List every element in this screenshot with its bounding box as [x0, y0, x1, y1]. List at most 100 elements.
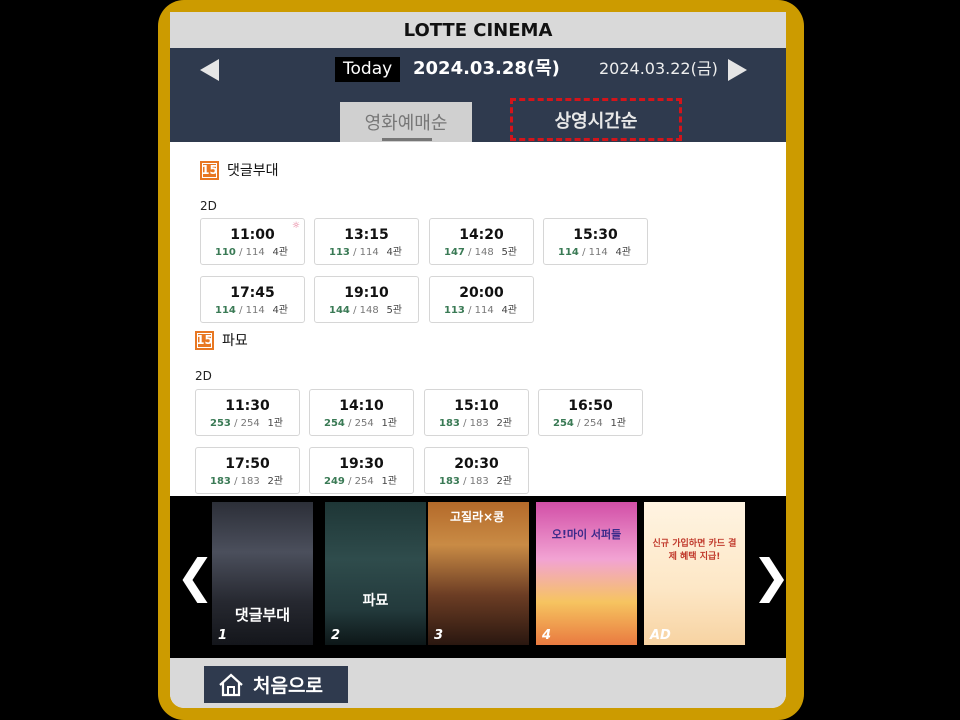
showtime-time: 15:30	[573, 227, 618, 243]
showtime-button[interactable]: 17:45 114 / 114 4관	[200, 276, 305, 323]
seat-count: 254 / 254	[324, 418, 374, 429]
seat-count: 113 / 114	[444, 305, 494, 316]
seat-count: 253 / 254	[210, 418, 260, 429]
seat-count: 144 / 148	[329, 305, 379, 316]
movie-header: 15 파묘	[195, 330, 248, 350]
showtime-button[interactable]: 19:10 144 / 148 5관	[314, 276, 419, 323]
hall-label: 2관	[267, 476, 283, 487]
showtime-time: 15:10	[454, 398, 499, 414]
current-date: 2024.03.28(목)	[413, 58, 560, 79]
today-badge: Today	[335, 57, 401, 82]
hall-label: 1관	[267, 418, 283, 429]
showtime-button[interactable]: 11:30 253 / 254 1관	[195, 389, 300, 436]
hall-label: 2관	[496, 476, 512, 487]
movie-header: 15 댓글부대	[200, 160, 279, 180]
poster-title: 고질라×콩	[450, 510, 505, 524]
showtime-time: 14:20	[459, 227, 504, 243]
poster-3[interactable]: 고질라×콩 3	[428, 502, 529, 645]
hall-label: 4관	[272, 305, 288, 316]
tab-underline	[382, 138, 432, 141]
showtime-button[interactable]: 16:50 254 / 254 1관	[538, 389, 643, 436]
showtime-time: 17:45	[230, 285, 275, 301]
format-label: 2D	[200, 199, 217, 213]
movie-section-1: 15 댓글부대 2D 11:00 ☼ 110 / 114 4관 13:15 11…	[170, 154, 786, 324]
kiosk-screen: LOTTE CINEMA Today 2024.03.28(목) 2024.03…	[170, 12, 786, 708]
showtime-button[interactable]: 15:30 114 / 114 4관	[543, 218, 648, 265]
next-date-arrow-icon[interactable]	[728, 59, 747, 81]
poster-title: 오!마이 서퍼들	[551, 528, 622, 541]
date-bar: Today 2024.03.28(목) 2024.03.22(금)	[170, 48, 786, 92]
showtime-time: 14:10	[339, 398, 384, 414]
movie-title: 댓글부대	[227, 163, 279, 179]
poster-number: 2	[331, 628, 341, 643]
poster-4[interactable]: 오!마이 서퍼들 4	[536, 502, 637, 645]
seat-count: 113 / 114	[329, 247, 379, 258]
home-button[interactable]: 처음으로	[204, 666, 348, 703]
tab-sort-by-sales-label: 영화예매순	[364, 113, 448, 134]
showtime-time: 11:00	[230, 227, 275, 243]
poster-1[interactable]: 댓글부대 1	[212, 502, 313, 645]
carousel-prev-icon[interactable]: ❮	[176, 548, 215, 604]
kiosk-frame: LOTTE CINEMA Today 2024.03.28(목) 2024.03…	[158, 0, 804, 720]
poster-title: 신규 가입하면 카드 결제 혜택 지급!	[652, 539, 737, 562]
seat-count: 114 / 114	[215, 305, 265, 316]
showtime-button[interactable]: 11:00 ☼ 110 / 114 4관	[200, 218, 305, 265]
app-title: LOTTE CINEMA	[170, 12, 786, 48]
footer-bar: 처음으로	[170, 658, 786, 708]
hall-label: 5관	[501, 247, 517, 258]
tab-sort-by-time[interactable]: 상영시간순	[510, 98, 682, 141]
tab-sort-by-sales[interactable]: 영화예매순	[340, 102, 472, 142]
hall-label: 4관	[386, 247, 402, 258]
showtime-button[interactable]: 20:30 183 / 183 2관	[424, 447, 529, 494]
hall-label: 1관	[610, 418, 626, 429]
hall-label: 5관	[386, 305, 402, 316]
showtime-time: 17:50	[225, 456, 270, 472]
poster-number: AD	[650, 628, 671, 643]
hall-label: 4관	[615, 247, 631, 258]
poster-carousel: ❮ 댓글부대 1 파묘 2 고질라×콩 3 오!마이 서퍼들 4 신규 가입하면…	[170, 496, 786, 658]
hall-label: 4관	[272, 247, 288, 258]
showtime-button[interactable]: 17:50 183 / 183 2관	[195, 447, 300, 494]
seat-count: 183 / 183	[210, 476, 260, 487]
showtime-time: 20:00	[459, 285, 504, 301]
showtime-button[interactable]: 13:15 113 / 114 4관	[314, 218, 419, 265]
poster-title: 댓글부대	[234, 606, 291, 624]
seat-count: 254 / 254	[553, 418, 603, 429]
showtime-time: 16:50	[568, 398, 613, 414]
poster-number: 4	[542, 628, 552, 643]
seat-count: 249 / 254	[324, 476, 374, 487]
showtime-button[interactable]: 20:00 113 / 114 4관	[429, 276, 534, 323]
showtime-time: 19:10	[344, 285, 389, 301]
next-date[interactable]: 2024.03.22(금)	[599, 56, 718, 82]
age-rating-15-icon: 15	[195, 330, 214, 350]
format-label: 2D	[195, 369, 212, 383]
showtime-button[interactable]: 15:10 183 / 183 2관	[424, 389, 529, 436]
poster-number: 1	[218, 628, 228, 643]
showtime-time: 11:30	[225, 398, 270, 414]
hall-label: 2관	[496, 418, 512, 429]
movie-title: 파묘	[222, 333, 248, 349]
seat-count: 114 / 114	[558, 247, 608, 258]
carousel-next-icon[interactable]: ❯	[752, 548, 786, 604]
sort-tabs: 영화예매순 상영시간순	[170, 92, 786, 142]
poster-ad[interactable]: 신규 가입하면 카드 결제 혜택 지급! AD	[644, 502, 745, 645]
movie-section-2: 15 파묘 2D 11:30 253 / 254 1관 14:10 254 / …	[170, 324, 786, 496]
showtime-button[interactable]: 14:10 254 / 254 1관	[309, 389, 414, 436]
poster-number: 3	[434, 628, 444, 643]
showtime-time: 13:15	[344, 227, 389, 243]
prev-date-arrow-icon[interactable]	[200, 59, 219, 81]
poster-2[interactable]: 파묘 2	[325, 502, 426, 645]
showtime-time: 19:30	[339, 456, 384, 472]
seat-count: 147 / 148	[444, 247, 494, 258]
poster-title: 파묘	[362, 593, 389, 609]
morning-show-icon: ☼	[291, 221, 300, 231]
seat-count: 110 / 114	[215, 247, 265, 258]
hall-label: 1관	[381, 418, 397, 429]
showtime-time: 20:30	[454, 456, 499, 472]
seat-count: 183 / 183	[439, 418, 489, 429]
showtime-button[interactable]: 19:30 249 / 254 1관	[309, 447, 414, 494]
hall-label: 1관	[381, 476, 397, 487]
home-icon	[218, 673, 244, 697]
showtime-button[interactable]: 14:20 147 / 148 5관	[429, 218, 534, 265]
hall-label: 4관	[501, 305, 517, 316]
